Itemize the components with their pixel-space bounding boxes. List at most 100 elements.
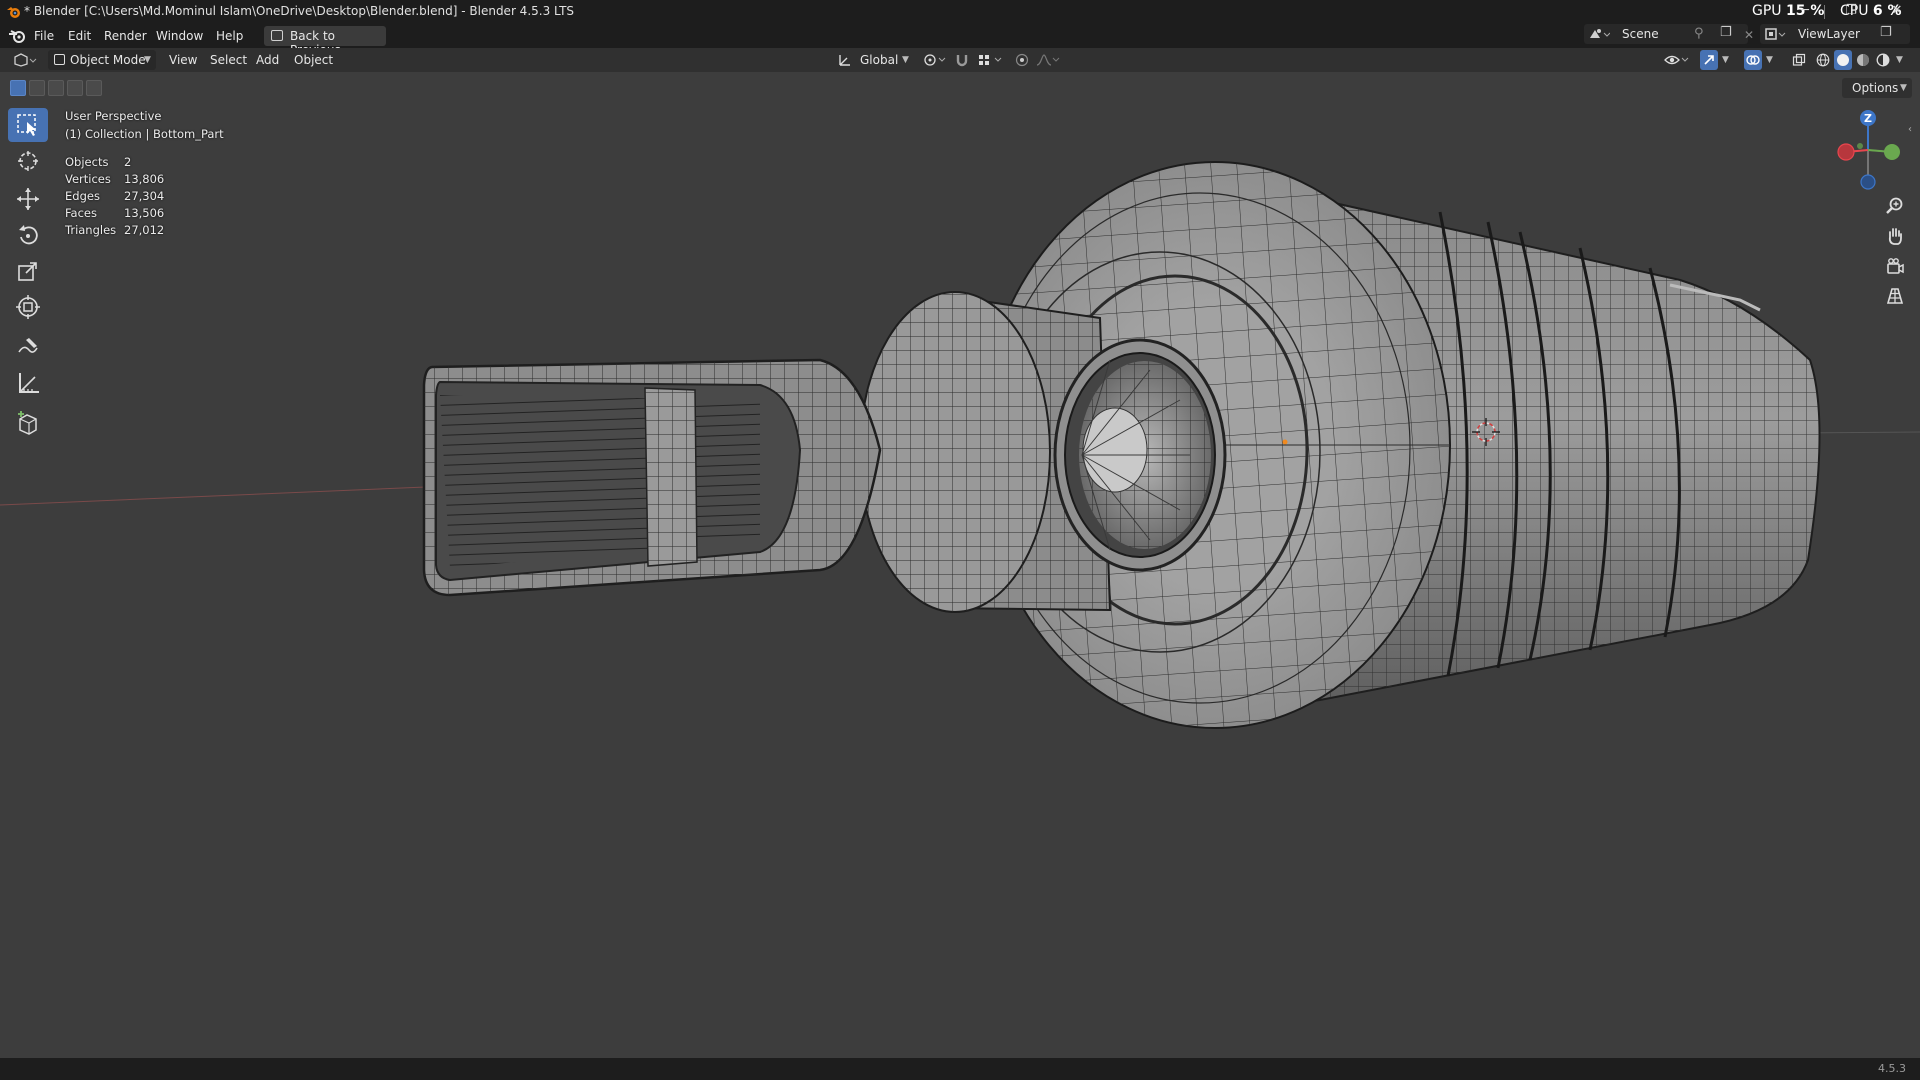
pivot-icon (924, 54, 946, 66)
editor-type-icon (14, 53, 37, 67)
move-icon (17, 188, 39, 210)
blender-logo-icon (7, 7, 20, 18)
gizmo-y-axis[interactable] (1884, 144, 1900, 160)
xray-toggle[interactable] (1790, 50, 1808, 70)
tool-move[interactable] (8, 182, 48, 216)
delete-scene-icon[interactable]: ✕ (1744, 28, 1754, 42)
blender-menu-icon[interactable] (8, 28, 26, 44)
tool-transform[interactable] (8, 290, 48, 324)
orientation-label: Global (860, 53, 899, 67)
header-menu-select[interactable]: Select (210, 53, 247, 67)
proportional-editing-toggle[interactable] (1014, 50, 1030, 70)
shading-rendered-button[interactable] (1874, 50, 1892, 70)
tool-measure[interactable] (8, 366, 48, 400)
tool-annotate[interactable] (8, 330, 48, 364)
transform-orientation-selector[interactable]: Global ▼ (836, 50, 914, 70)
stat-value: 13,506 (124, 206, 165, 220)
snap-target-button[interactable] (976, 50, 1006, 70)
chevron-down-icon: ▼ (1900, 83, 1907, 93)
close-button[interactable]: ✕ (1874, 0, 1920, 24)
scene-selector[interactable]: Scene ⚲ ❐ (1584, 24, 1748, 44)
stat-label: Triangles (65, 223, 117, 237)
gizmo-z-label: Z (1864, 112, 1872, 125)
tool-rotate[interactable] (8, 218, 48, 252)
fullscreen-icon (271, 30, 283, 41)
window-title: * Blender [C:\Users\Md.Mominul Islam\One… (24, 4, 575, 18)
overlays-dropdown-icon[interactable]: ▼ (1766, 55, 1773, 65)
overlays-icon (1746, 55, 1760, 65)
stat-label: Objects (65, 155, 109, 169)
editor-type-button[interactable] (10, 50, 40, 70)
shading-wireframe-button[interactable] (1814, 50, 1832, 70)
stat-value: 27,012 (124, 223, 165, 237)
select-mode-extend[interactable] (29, 80, 45, 96)
camera-view-button[interactable] (1880, 252, 1910, 280)
zoom-button[interactable] (1880, 192, 1910, 220)
minimize-button[interactable]: ─ (1782, 0, 1828, 24)
select-mode-subtract[interactable] (48, 80, 64, 96)
scene-icon (1590, 29, 1610, 38)
scene-name: Scene (1622, 27, 1659, 41)
navigation-gizmo[interactable]: Z (1830, 108, 1900, 194)
proportional-falloff-button[interactable] (1034, 50, 1062, 70)
pan-button[interactable] (1880, 222, 1910, 250)
stat-label: Faces (65, 206, 97, 220)
shading-solid-button[interactable] (1834, 50, 1852, 70)
header-menu-object[interactable]: Object (294, 53, 333, 67)
shading-dropdown-icon[interactable]: ▼ (1896, 55, 1903, 65)
sidebar-toggle-icon[interactable]: ‹ (1908, 124, 1912, 135)
zoom-magnifier-icon (1886, 197, 1903, 214)
chevron-down-icon: ▼ (144, 55, 151, 65)
select-mode-intersect[interactable] (86, 80, 102, 96)
perspective-toggle-button[interactable] (1880, 282, 1910, 310)
menu-help[interactable]: Help (216, 29, 243, 43)
proportional-icon (1015, 53, 1029, 67)
gizmo-arrow-icon (1704, 55, 1714, 65)
new-view-layer-icon[interactable]: ❐ (1880, 25, 1892, 40)
tool-add-cube[interactable] (8, 406, 48, 440)
menu-window[interactable]: Window (156, 29, 203, 43)
overlays-toggle[interactable] (1744, 50, 1762, 70)
stat-label: Edges (65, 189, 100, 203)
viewport-header: Object Mode ▼ View Select Add Object Glo… (0, 48, 1920, 72)
mode-selector[interactable]: Object Mode ▼ (48, 50, 156, 70)
snap-toggle[interactable] (954, 50, 970, 70)
viewport-3d[interactable] (0, 72, 1920, 1058)
shading-material-button[interactable] (1854, 50, 1872, 70)
object-origin (1282, 439, 1288, 445)
tool-cursor[interactable] (8, 144, 48, 178)
tool-select-box[interactable] (8, 108, 48, 142)
gizmo-toggle[interactable] (1700, 50, 1718, 70)
visibility-selector[interactable] (1662, 50, 1692, 70)
tool-scale[interactable] (8, 254, 48, 288)
top-menu-bar: File Edit Render Window Help Back to Pre… (0, 24, 1920, 57)
view-layer-selector[interactable]: ViewLayer ❐ (1760, 24, 1910, 44)
menu-render[interactable]: Render (104, 29, 147, 43)
gizmo-dropdown-icon[interactable]: ▼ (1722, 55, 1729, 65)
menu-file[interactable]: File (34, 29, 54, 43)
pivot-point-button[interactable] (920, 50, 950, 70)
gizmo-x-axis[interactable] (1837, 143, 1855, 161)
transform-icon (16, 295, 40, 319)
pin-icon[interactable]: ⚲ (1694, 26, 1704, 41)
gizmo-neg-z-axis[interactable] (1860, 174, 1876, 190)
back-to-previous-button[interactable]: Back to Previous (264, 26, 386, 57)
header-menu-add[interactable]: Add (256, 53, 279, 67)
falloff-curve-icon (1036, 54, 1060, 66)
select-mode-new[interactable] (10, 80, 26, 96)
options-label: Options (1852, 81, 1899, 95)
new-scene-icon[interactable]: ❐ (1720, 25, 1732, 40)
maximize-button[interactable]: ❐ (1828, 0, 1874, 24)
options-dropdown[interactable]: Options ▼ (1842, 78, 1912, 98)
stat-label: Vertices (65, 172, 111, 186)
menu-edit[interactable]: Edit (68, 29, 91, 43)
rendered-sphere-icon (1876, 53, 1890, 67)
hand-pan-icon (1888, 228, 1902, 245)
rotate-icon (19, 225, 38, 245)
wireframe-sphere-icon (1816, 53, 1830, 67)
scale-icon (18, 262, 37, 281)
select-mode-difference[interactable] (67, 80, 83, 96)
cursor-tool-icon (18, 151, 38, 171)
header-menu-view[interactable]: View (169, 53, 197, 67)
annotate-pencil-icon (18, 338, 38, 353)
